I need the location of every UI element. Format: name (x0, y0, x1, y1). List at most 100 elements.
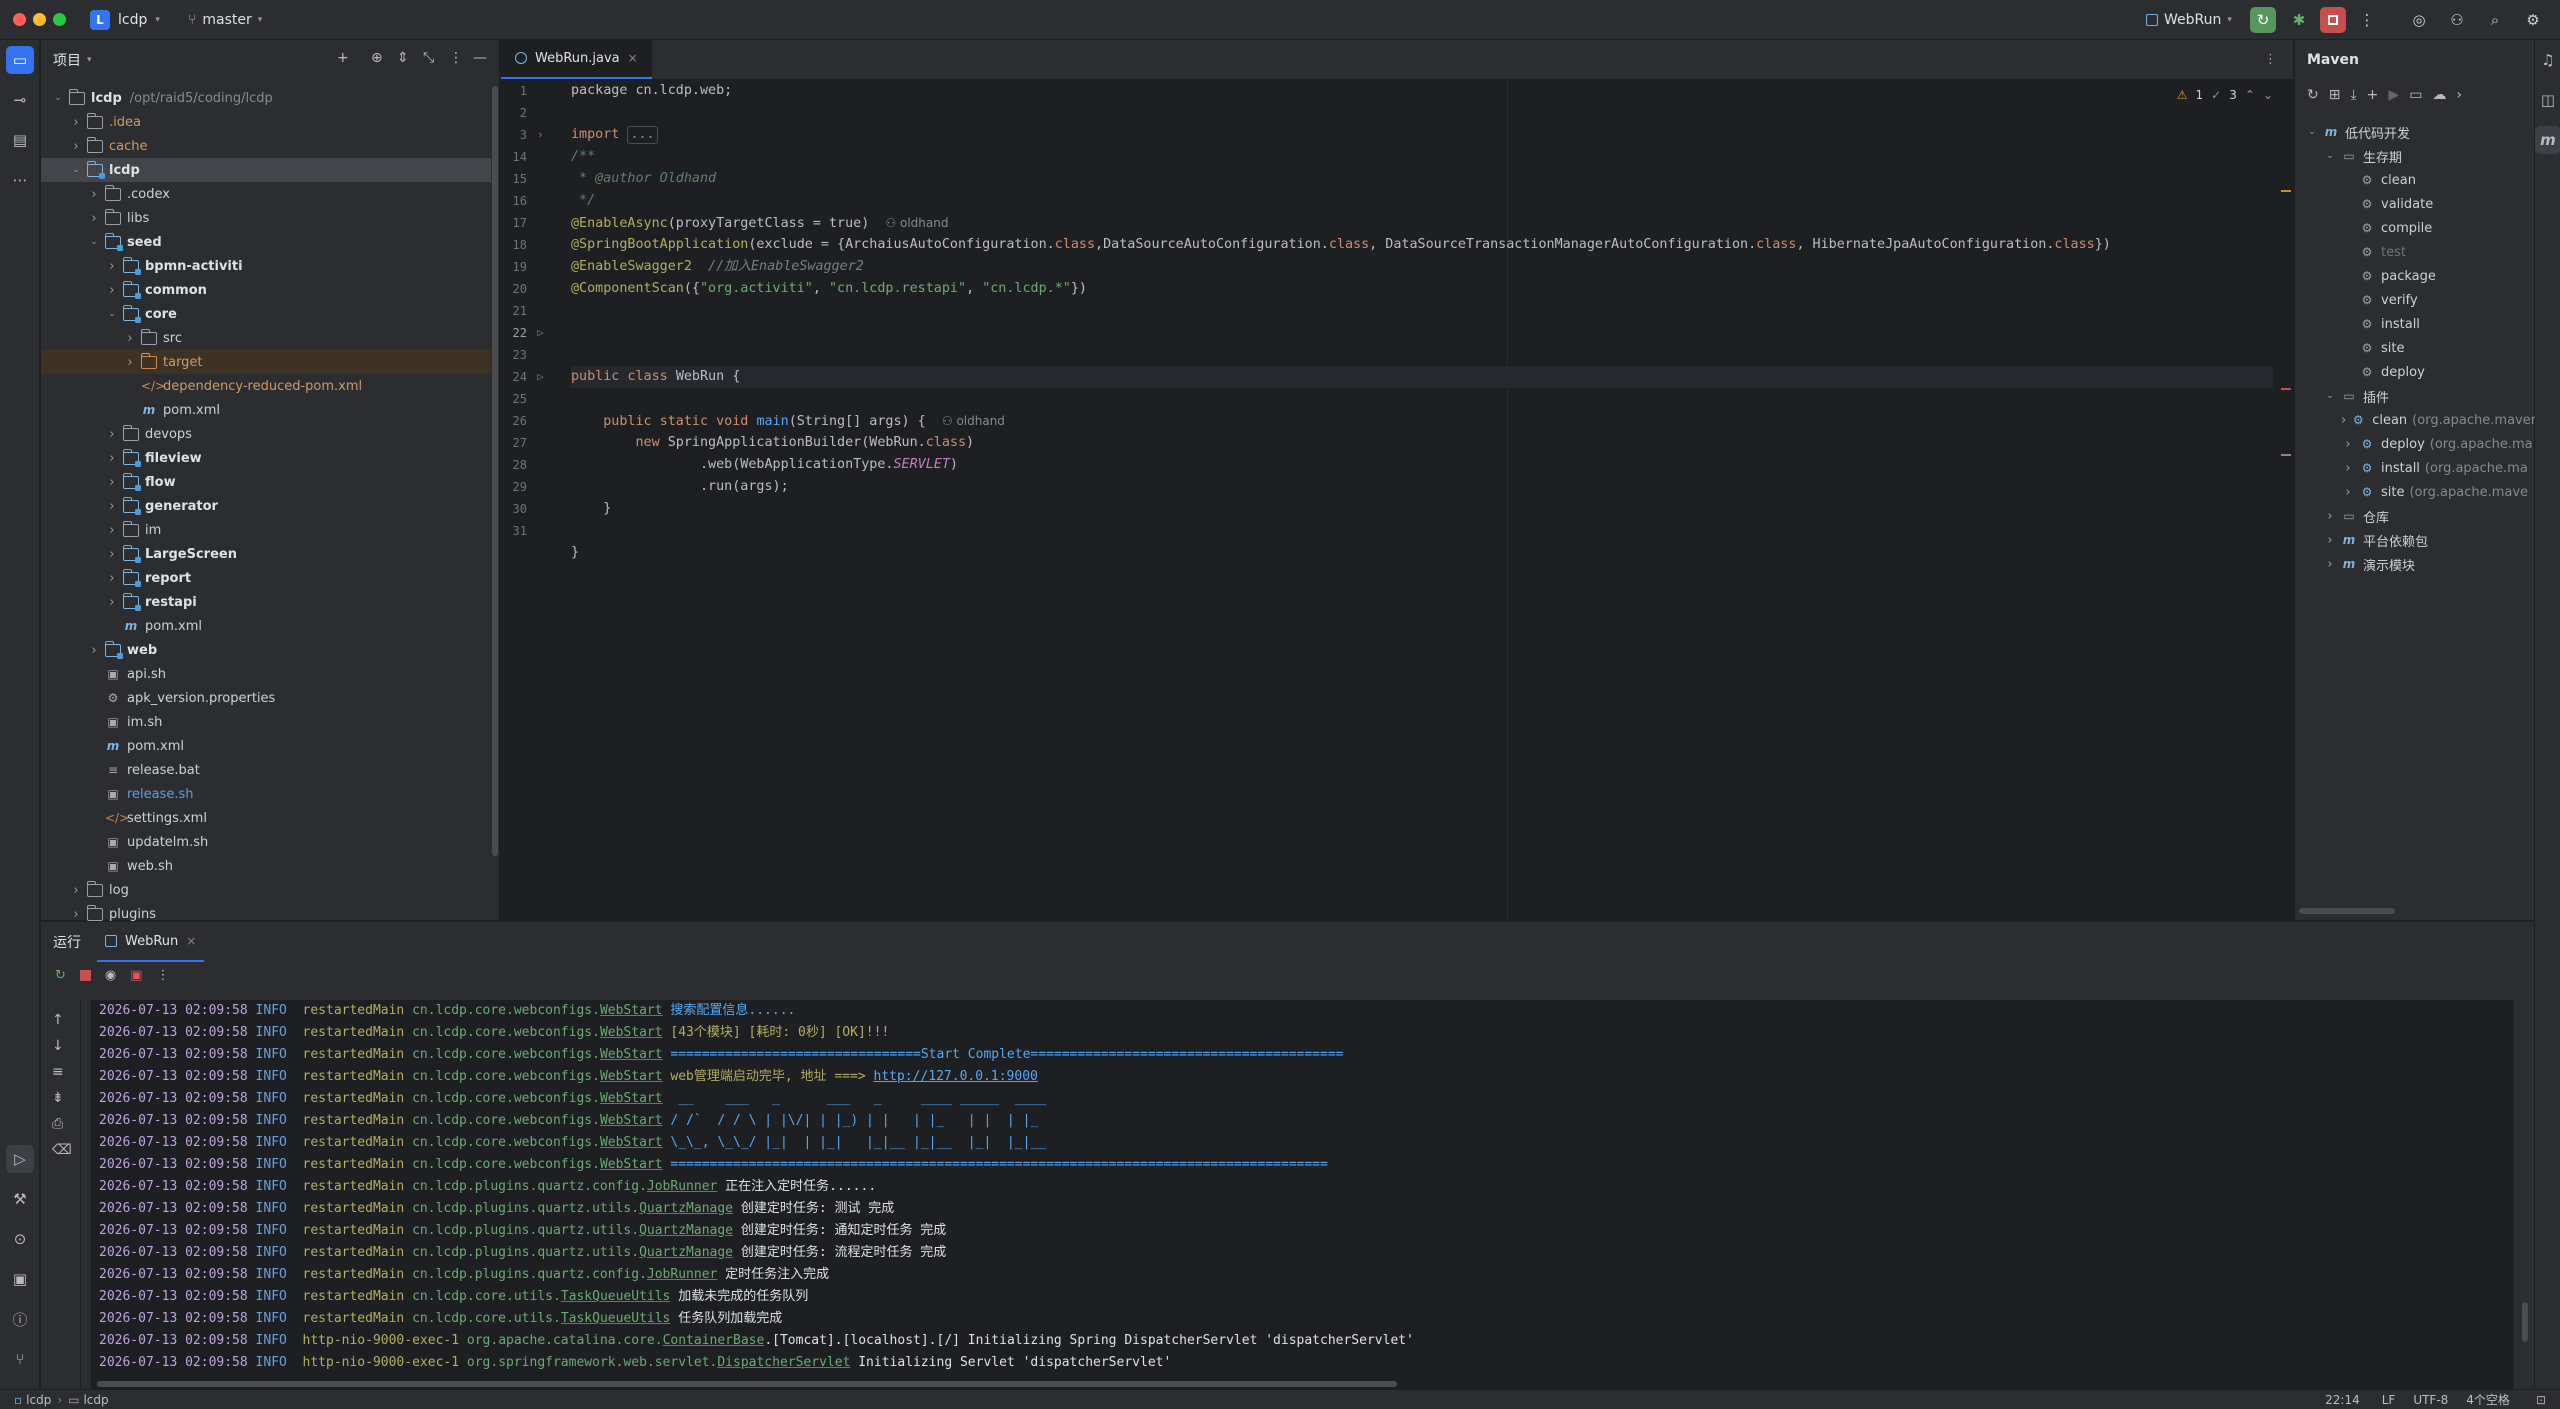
chevron-right-icon[interactable]: › (69, 883, 83, 898)
commit-tool-button[interactable]: ⊸ (6, 86, 34, 114)
tree-row[interactable]: › libs (41, 206, 491, 230)
scroll-to-end-icon[interactable]: ⇟ (52, 1090, 64, 1106)
run-gutter-icon[interactable]: ▷ (537, 370, 544, 383)
lock-icon[interactable]: ⊡ (2536, 1393, 2546, 1407)
search-everywhere-button[interactable]: ⌕ (2482, 7, 2508, 33)
run-tab[interactable]: WebRun × (97, 922, 205, 962)
tree-row[interactable]: ⌄ lcdp/opt/raid5/coding/lcdp (41, 86, 491, 110)
services-tool-button[interactable]: ⊙ (6, 1225, 34, 1253)
log-url[interactable]: http://127.0.0.1:9000 (873, 1069, 1037, 1084)
chevron-right-icon[interactable]: › (87, 187, 101, 202)
tree-row[interactable]: ⌄ core (41, 302, 491, 326)
chevron-down-icon[interactable]: ⌄ (105, 309, 119, 319)
zoom-window-button[interactable] (53, 13, 66, 26)
tree-row[interactable]: › cache (41, 134, 491, 158)
tree-row[interactable]: m pom.xml (41, 614, 491, 638)
maven-tree-row[interactable]: ⚙ install (2295, 312, 2535, 336)
skip-tests-icon[interactable]: ☁ (2432, 87, 2446, 103)
tree-row[interactable]: ⌄ seed (41, 230, 491, 254)
reload-icon[interactable]: ↻ (2307, 87, 2319, 103)
breadcrumb-root[interactable]: lcdp (26, 1393, 51, 1407)
chevron-right-icon[interactable]: › (69, 139, 83, 154)
chevron-down-icon[interactable]: ⌄ (2323, 151, 2337, 161)
chevron-right-icon[interactable]: › (2341, 485, 2355, 500)
tree-row[interactable]: › fileview (41, 446, 491, 470)
branch-switcher[interactable]: ⑂ master ▾ (188, 8, 262, 32)
stop-button[interactable] (2320, 7, 2346, 33)
maven-tree-row[interactable]: ⚙ compile (2295, 216, 2535, 240)
folded-imports[interactable]: ... (627, 126, 658, 144)
problems-tool-button[interactable]: ⓘ (6, 1305, 34, 1333)
tree-row[interactable]: ▣ im.sh (41, 710, 491, 734)
maven-tree-row[interactable]: › m 平台依赖包 (2295, 528, 2535, 552)
more-vertical-icon[interactable]: ⋮ (449, 50, 463, 66)
maven-tree-row[interactable]: ⌄ m 低代码开发 (2295, 120, 2535, 144)
chevron-down-icon[interactable]: ⌄ (2323, 391, 2337, 401)
project-tool-button[interactable]: ▭ (6, 46, 34, 74)
tree-row[interactable]: ▣ api.sh (41, 662, 491, 686)
trash-icon[interactable]: ⌫ (52, 1142, 72, 1158)
chevron-right-icon[interactable]: › (69, 115, 83, 130)
database-tool-button[interactable]: ◫ (2535, 86, 2560, 114)
tree-row[interactable]: › .codex (41, 182, 491, 206)
chevron-right-icon[interactable]: › (87, 211, 101, 226)
chevron-right-icon[interactable]: › (2323, 509, 2337, 524)
tree-scrollbar[interactable] (492, 86, 498, 856)
download-icon[interactable]: ⤓ (2350, 87, 2356, 103)
dump-icon[interactable]: ▣ (130, 968, 142, 983)
settings-button[interactable]: ⚙ (2520, 7, 2546, 33)
indent-setting[interactable]: 4个空格 (2466, 1391, 2510, 1408)
maven-tree-row[interactable]: ⚙ deploy (2295, 360, 2535, 384)
add-user-button[interactable]: ⚇ (2444, 7, 2470, 33)
console-scrollbar-h[interactable] (97, 1381, 1397, 1387)
tree-row[interactable]: ▣ release.sh (41, 782, 491, 806)
chevron-right-icon[interactable]: › (2341, 461, 2355, 476)
more-vertical-icon[interactable]: ⋮ (2264, 52, 2277, 67)
maven-tree-row[interactable]: ⚙ package (2295, 264, 2535, 288)
arrow-down-icon[interactable]: ↓ (52, 1038, 64, 1054)
chevron-down-icon[interactable]: ⌄ (87, 237, 101, 247)
project-switcher[interactable]: L lcdp ▾ (90, 8, 160, 32)
warning-marker[interactable] (2281, 190, 2291, 192)
new-file-icon[interactable]: + (337, 50, 349, 66)
console-scrollbar-v[interactable] (2522, 1302, 2528, 1342)
ai-assistant-button[interactable]: ◎ (2406, 7, 2432, 33)
rerun-button[interactable]: ↻ (2250, 7, 2276, 33)
tree-row[interactable]: › restapi (41, 590, 491, 614)
maven-tool-button[interactable]: m (2535, 126, 2560, 154)
maven-tree-row[interactable]: ⚙ clean (2295, 168, 2535, 192)
maven-tree-row[interactable]: › ⚙ install (org.apache.ma (2295, 456, 2535, 480)
arrow-up-icon[interactable]: ↑ (52, 1012, 64, 1028)
maven-tree-row[interactable]: ⚙ test (2295, 240, 2535, 264)
fold-icon[interactable]: › (537, 128, 544, 141)
maven-tree-row[interactable]: ⚙ verify (2295, 288, 2535, 312)
run-config-selector[interactable]: WebRun ▾ (2146, 8, 2232, 32)
tree-row[interactable]: </> settings.xml (41, 806, 491, 830)
close-icon[interactable]: × (186, 934, 196, 948)
console-output[interactable]: 2026-07-13 02:09:58 INFO restartedMain c… (91, 1000, 2514, 1389)
error-marker[interactable] (2281, 388, 2291, 390)
tree-row[interactable]: m pom.xml (41, 398, 491, 422)
tree-row[interactable]: </> dependency-reduced-pom.xml (41, 374, 491, 398)
maven-tree-row[interactable]: ⚙ validate (2295, 192, 2535, 216)
chevron-right-icon[interactable]: › (105, 571, 119, 586)
tree-row[interactable]: › flow (41, 470, 491, 494)
chevron-down-icon[interactable]: ⌄ (69, 165, 83, 175)
line-separator[interactable]: LF (2382, 1393, 2396, 1407)
breadcrumb-child[interactable]: lcdp (83, 1393, 108, 1407)
rerun-icon[interactable]: ↻ (55, 968, 66, 983)
chevron-right-icon[interactable]: › (105, 595, 119, 610)
run-icon[interactable]: ▶ (2388, 87, 2399, 103)
tree-row[interactable]: › common (41, 278, 491, 302)
maven-tree-row[interactable]: › ⚙ site (org.apache.mave (2295, 480, 2535, 504)
tree-row[interactable]: › target (41, 350, 491, 374)
more-tools-button[interactable]: ⋯ (6, 166, 34, 194)
chevron-right-icon[interactable]: › (105, 259, 119, 274)
plus-icon[interactable]: + (2367, 87, 2379, 103)
file-encoding[interactable]: UTF-8 (2413, 1393, 2448, 1407)
hide-panel-icon[interactable]: — (473, 50, 487, 66)
structure-tool-button[interactable]: ▤ (6, 126, 34, 154)
maven-scrollbar[interactable] (2299, 908, 2395, 914)
chevron-right-icon[interactable]: › (87, 643, 101, 658)
tree-row[interactable]: › report (41, 566, 491, 590)
